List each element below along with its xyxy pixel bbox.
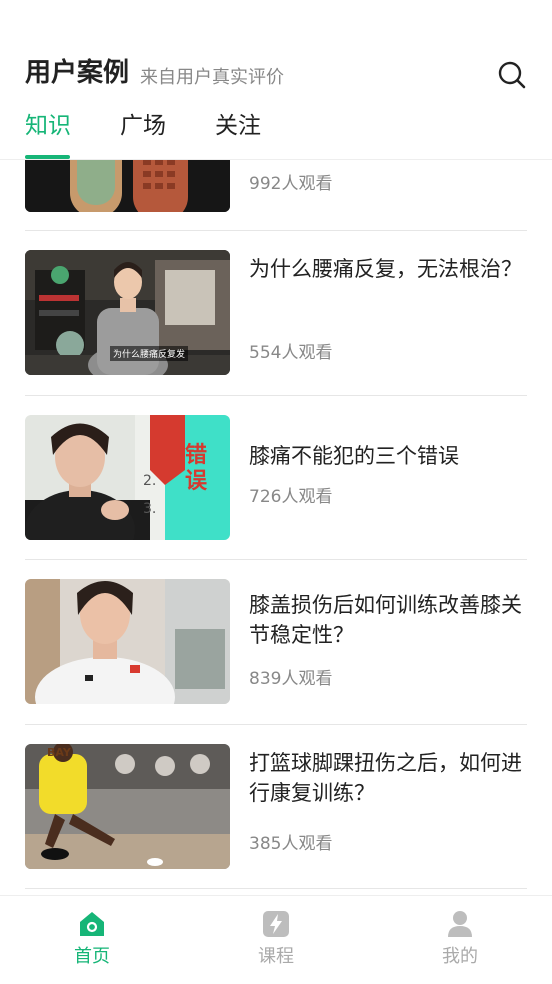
list-item[interactable]: 膝盖损伤后如何训练改善膝关节稳定性？ 839人观看 [0, 560, 552, 724]
tab-follow[interactable]: 关注 [215, 106, 261, 140]
video-thumbnail[interactable]: 错误 2. 3. [25, 415, 230, 540]
header-divider [0, 159, 552, 160]
article-title[interactable]: 为什么腰痛反复，无法根治？ [249, 254, 524, 284]
list-item[interactable]: BAY 打篮球脚踝扭伤之后，如何进行康复训练？ 385人观看 [0, 725, 552, 889]
video-thumbnail[interactable] [25, 579, 230, 704]
thumbnail-board-text: 错误 [185, 443, 208, 494]
search-icon[interactable] [497, 60, 527, 90]
article-list[interactable]: 992人观看 为什么腰痛反复发 为什么腰痛反复，无法根治？ 554人观看 错误 … [0, 160, 552, 895]
page-title: 用户案例 [25, 58, 130, 88]
thumbnail-list-num-2: 2. [143, 473, 157, 489]
video-thumbnail[interactable]: BAY [25, 744, 230, 869]
course-icon [263, 911, 289, 937]
home-icon [80, 912, 104, 936]
thumbnail-list-num-3: 3. [143, 501, 157, 517]
shoe-insole-image [25, 160, 230, 212]
view-count: 554人观看 [249, 343, 333, 363]
list-item[interactable]: 为什么腰痛反复发 为什么腰痛反复，无法根治？ 554人观看 [0, 231, 552, 395]
profile-icon [448, 911, 472, 937]
tab-square[interactable]: 广场 [120, 106, 166, 140]
list-divider [25, 888, 527, 889]
view-count: 992人观看 [249, 174, 333, 194]
video-thumbnail[interactable] [25, 160, 230, 212]
view-count: 385人观看 [249, 834, 333, 854]
bottom-nav: 首页 课程 我的 [0, 895, 552, 984]
nav-course[interactable]: 课程 [184, 896, 368, 984]
thumbnail-caption: 为什么腰痛反复发 [110, 346, 189, 361]
nav-course-label: 课程 [258, 946, 294, 967]
nav-home-label: 首页 [74, 946, 110, 967]
tab-bar: 知识 广场 关注 [0, 106, 552, 146]
video-thumbnail[interactable]: 为什么腰痛反复发 [25, 250, 230, 375]
view-count: 726人观看 [249, 487, 333, 507]
nav-profile-label: 我的 [442, 946, 478, 967]
view-count: 839人观看 [249, 669, 333, 689]
clinic-speaker-image [25, 579, 230, 704]
basketball-player-image [25, 744, 230, 869]
page-subtitle: 来自用户真实评价 [140, 67, 284, 88]
nav-home[interactable]: 首页 [0, 896, 184, 984]
article-title[interactable]: 膝痛不能犯的三个错误 [249, 441, 524, 471]
article-title[interactable]: 打篮球脚踝扭伤之后，如何进行康复训练？ [249, 748, 524, 808]
tab-knowledge[interactable]: 知识 [25, 106, 71, 140]
article-title[interactable]: 膝盖损伤后如何训练改善膝关节稳定性？ [249, 590, 524, 650]
header: 用户案例 来自用户真实评价 知识 广场 关注 [0, 0, 552, 160]
nav-profile[interactable]: 我的 [368, 896, 552, 984]
list-item[interactable]: 错误 2. 3. 膝痛不能犯的三个错误 726人观看 [0, 396, 552, 560]
thumbnail-jersey-text: BAY [47, 746, 71, 759]
